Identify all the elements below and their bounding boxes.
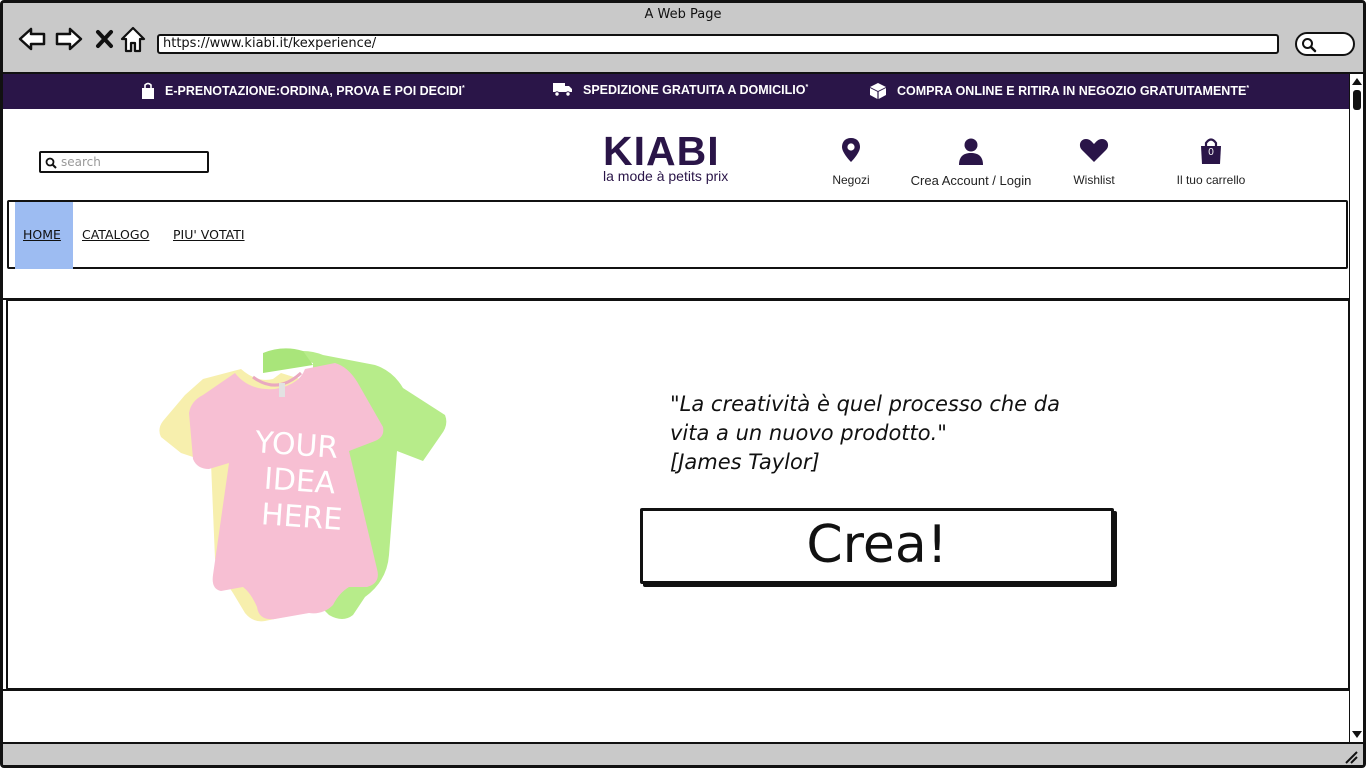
promo-click-collect[interactable]: COMPRA ONLINE E RITIRA IN NEGOZIO GRATUI… <box>869 82 1249 100</box>
shopping-bag-icon <box>142 82 154 99</box>
stores-link[interactable]: Negozi <box>821 137 881 187</box>
scrollbar-thumb[interactable] <box>1353 90 1361 110</box>
site-search-input[interactable]: search <box>39 151 209 173</box>
promo-free-shipping-label: SPEDIZIONE GRATUITA A DOMICILIO <box>583 82 806 97</box>
cart-count-badge: 0 <box>1208 147 1214 158</box>
promo-asterisk: * <box>462 84 465 92</box>
heart-icon <box>1079 139 1109 162</box>
footer-divider <box>3 689 1349 691</box>
promo-ereservation[interactable]: E-PRENOTAZIONE:ORDINA, PROVA E POI DECID… <box>141 82 465 100</box>
bodysuit-text-line-1: YOUR <box>253 425 339 466</box>
package-box-icon <box>870 83 886 99</box>
nav-home[interactable]: HOME <box>23 227 61 242</box>
account-link[interactable]: Crea Account / Login <box>899 137 1043 188</box>
quote-line-1: "La creatività è quel processo che da <box>670 392 1060 416</box>
search-placeholder: search <box>61 155 101 169</box>
search-icon <box>45 157 57 169</box>
location-pin-icon <box>842 138 860 162</box>
kiabi-logo[interactable]: KIABI la mode à petits prix <box>603 128 729 184</box>
main-navigation: HOME CATALOGO PIU' VOTATI <box>7 200 1348 269</box>
browser-status-bar <box>3 742 1363 765</box>
quote-author: [James Taylor] <box>670 450 820 474</box>
promo-free-shipping[interactable]: SPEDIZIONE GRATUITA A DOMICILIO* <box>553 82 808 97</box>
hero-quote: "La creatività è quel processo che da vi… <box>670 390 1060 477</box>
promo-bar: E-PRENOTAZIONE:ORDINA, PROVA E POI DECID… <box>3 74 1349 109</box>
crea-button[interactable]: Crea! <box>640 508 1114 584</box>
quote-line-2: vita a un nuovo prodotto." <box>670 421 947 445</box>
stores-label: Negozi <box>832 173 870 187</box>
wishlist-label: Wishlist <box>1073 173 1115 187</box>
delivery-truck-icon <box>553 83 572 97</box>
home-icon[interactable] <box>118 24 148 54</box>
browser-window: A Web Page https://www.kiabi.it/kexperie… <box>0 0 1366 768</box>
stop-x-icon[interactable] <box>91 24 121 54</box>
promo-asterisk: * <box>805 83 809 91</box>
promo-asterisk: * <box>1246 84 1250 92</box>
bodysuit-text-line-2: IDEA <box>263 462 337 502</box>
logo-wordmark: KIABI <box>603 128 720 174</box>
promo-click-collect-label: COMPRA ONLINE E RITIRA IN NEGOZIO GRATUI… <box>897 84 1247 98</box>
magnifier-icon <box>1302 38 1317 53</box>
bodysuit-text-line-3: HERE <box>260 497 344 538</box>
baby-bodysuit-image: YOUR IDEA HERE <box>159 348 447 622</box>
promo-ereservation-label: E-PRENOTAZIONE:ORDINA, PROVA E POI DECID… <box>165 84 463 98</box>
scroll-up-arrow-icon[interactable] <box>1351 76 1363 86</box>
cart-label: Il tuo carrello <box>1176 173 1246 187</box>
wishlist-link[interactable]: Wishlist <box>1063 137 1125 187</box>
user-icon <box>959 138 983 165</box>
cart-link[interactable]: 0 Il tuo carrello <box>1169 137 1253 187</box>
nav-top-rated[interactable]: PIU' VOTATI <box>173 227 245 242</box>
scroll-down-arrow-icon[interactable] <box>1351 730 1363 740</box>
nav-catalog[interactable]: CATALOGO <box>82 227 149 242</box>
address-bar[interactable]: https://www.kiabi.it/kexperience/ <box>157 34 1279 54</box>
browser-search-field[interactable] <box>1295 32 1355 56</box>
account-label: Crea Account / Login <box>910 173 1032 188</box>
logo-tagline: la mode à petits prix <box>603 168 729 184</box>
resize-grip-icon[interactable] <box>1343 749 1359 765</box>
window-title: A Web Page <box>644 7 722 22</box>
forward-arrow-icon[interactable] <box>54 24 84 54</box>
browser-chrome: A Web Page https://www.kiabi.it/kexperie… <box>3 3 1363 74</box>
vertical-scrollbar[interactable] <box>1349 74 1363 742</box>
back-arrow-icon[interactable] <box>17 24 47 54</box>
